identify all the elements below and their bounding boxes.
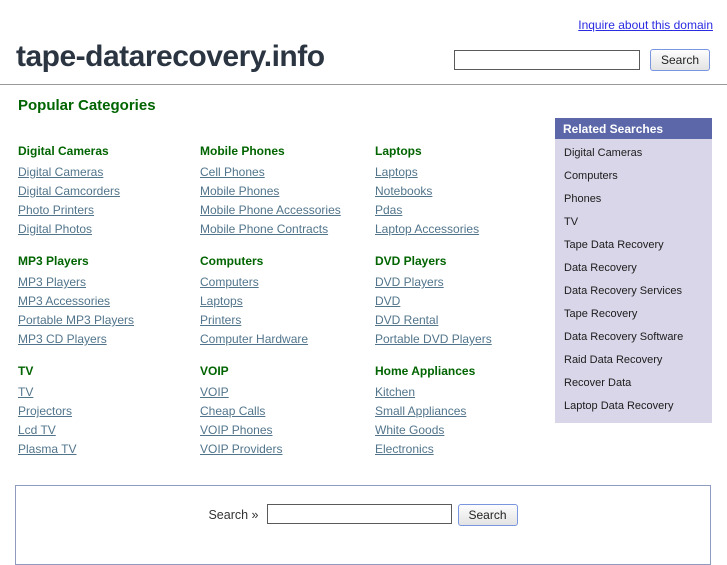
inquire-about-domain-link[interactable]: Inquire about this domain <box>578 18 713 32</box>
related-search-item[interactable]: Raid Data Recovery <box>555 348 712 371</box>
category-link[interactable]: DVD Rental <box>375 314 438 326</box>
related-search-item[interactable]: Tape Data Recovery <box>555 233 712 256</box>
category-link[interactable]: Projectors <box>18 405 72 417</box>
category-link[interactable]: Laptop Accessories <box>375 223 479 235</box>
category-group-title: TV <box>18 364 34 378</box>
category-link[interactable]: Printers <box>200 314 241 326</box>
category-link[interactable]: DVD <box>375 295 400 307</box>
category-link[interactable]: Digital Photos <box>18 223 92 235</box>
category-group-title: VOIP <box>200 364 229 378</box>
category-group-title: Home Appliances <box>375 364 476 378</box>
footer-search-button[interactable]: Search <box>457 504 518 526</box>
related-searches-sidebar: Related Searches Digital Cameras Computer… <box>555 118 712 423</box>
category-group: Digital Cameras Digital Cameras Digital Ca… <box>18 144 200 235</box>
category-link[interactable]: Laptops <box>375 166 418 178</box>
related-search-item[interactable]: Digital Cameras <box>555 141 712 164</box>
related-search-item[interactable]: Data Recovery Services <box>555 279 712 302</box>
category-group: VOIP VOIP Cheap Calls VOIP Phones VOIP Provi… <box>200 364 375 455</box>
related-search-item[interactable]: TV <box>555 210 712 233</box>
category-link[interactable]: MP3 CD Players <box>18 333 107 345</box>
category-link[interactable]: Cell Phones <box>200 166 265 178</box>
category-link[interactable]: Photo Printers <box>18 204 94 216</box>
category-link[interactable]: Small Appliances <box>375 405 466 417</box>
category-link[interactable]: DVD Players <box>375 276 444 288</box>
category-link[interactable]: Digital Camcorders <box>18 185 120 197</box>
category-group: DVD Players DVD Players DVD DVD Rental Porta… <box>375 254 540 345</box>
header-search-input[interactable] <box>453 50 640 70</box>
header-search-button[interactable]: Search <box>649 49 710 71</box>
category-link[interactable]: VOIP Providers <box>200 443 282 455</box>
category-group-title: Digital Cameras <box>18 144 109 158</box>
category-group: MP3 Players MP3 Players MP3 Accessories Por… <box>18 254 200 345</box>
domain-title: tape-datarecovery.info <box>16 40 325 73</box>
category-link[interactable]: Mobile Phone Contracts <box>200 223 328 235</box>
category-group: Laptops Laptops Notebooks Pdas Laptop Access… <box>375 144 540 235</box>
category-link[interactable]: Cheap Calls <box>200 405 265 417</box>
header: tape-datarecovery.info Search <box>0 40 727 74</box>
related-search-item[interactable]: Laptop Data Recovery <box>555 394 712 417</box>
category-link[interactable]: VOIP Phones <box>200 424 273 436</box>
category-link[interactable]: Lcd TV <box>18 424 56 436</box>
popular-categories-title: Popular Categories <box>18 97 156 114</box>
category-link[interactable]: TV <box>18 386 33 398</box>
main-content: Digital Cameras Digital Cameras Digital Ca… <box>0 118 727 455</box>
category-group-title: Computers <box>200 254 264 268</box>
category-link[interactable]: MP3 Players <box>18 276 86 288</box>
category-link[interactable]: Portable MP3 Players <box>18 314 134 326</box>
category-group: Mobile Phones Cell Phones Mobile Phones Mob… <box>200 144 375 235</box>
category-link[interactable]: Portable DVD Players <box>375 333 492 345</box>
category-link[interactable]: Computer Hardware <box>200 333 308 345</box>
category-link[interactable]: Kitchen <box>375 386 415 398</box>
related-search-item[interactable]: Data Recovery Software <box>555 325 712 348</box>
header-search: Search <box>453 49 710 71</box>
category-group-title: Laptops <box>375 144 422 158</box>
category-group: Home Appliances Kitchen Small Appliances Wh… <box>375 364 540 455</box>
related-search-item[interactable]: Phones <box>555 187 712 210</box>
category-link[interactable]: White Goods <box>375 424 444 436</box>
category-link[interactable]: VOIP <box>200 386 229 398</box>
footer-search-box: Search » Search <box>15 485 711 565</box>
related-search-item[interactable]: Recover Data <box>555 371 712 394</box>
category-groups: Digital Cameras Digital Cameras Digital Ca… <box>18 118 540 455</box>
category-group-title: MP3 Players <box>18 254 89 268</box>
related-search-item[interactable]: Data Recovery <box>555 256 712 279</box>
footer-search-input[interactable] <box>266 504 452 524</box>
category-link[interactable]: Laptops <box>200 295 243 307</box>
category-group: TV TV Projectors Lcd TV Plasma TV <box>18 364 200 455</box>
category-link[interactable]: Computers <box>200 276 259 288</box>
category-group: Computers Computers Laptops Printers Compute… <box>200 254 375 345</box>
related-searches-list: Digital Cameras Computers Phones TV Tape Dat… <box>555 139 712 423</box>
related-searches-header: Related Searches <box>555 118 712 139</box>
category-link[interactable]: Notebooks <box>375 185 432 197</box>
category-link[interactable]: Mobile Phones <box>200 185 279 197</box>
related-search-item[interactable]: Tape Recovery <box>555 302 712 325</box>
category-group-title: DVD Players <box>375 254 447 268</box>
category-group-title: Mobile Phones <box>200 144 285 158</box>
header-divider <box>0 84 727 85</box>
category-link[interactable]: Mobile Phone Accessories <box>200 204 341 216</box>
category-link[interactable]: Pdas <box>375 204 402 216</box>
footer-search-label: Search » <box>208 508 259 522</box>
related-search-item[interactable]: Computers <box>555 164 712 187</box>
category-link[interactable]: Digital Cameras <box>18 166 103 178</box>
category-link[interactable]: MP3 Accessories <box>18 295 110 307</box>
top-link-row: Inquire about this domain <box>0 0 727 34</box>
category-link[interactable]: Plasma TV <box>18 443 76 455</box>
category-link[interactable]: Electronics <box>375 443 434 455</box>
